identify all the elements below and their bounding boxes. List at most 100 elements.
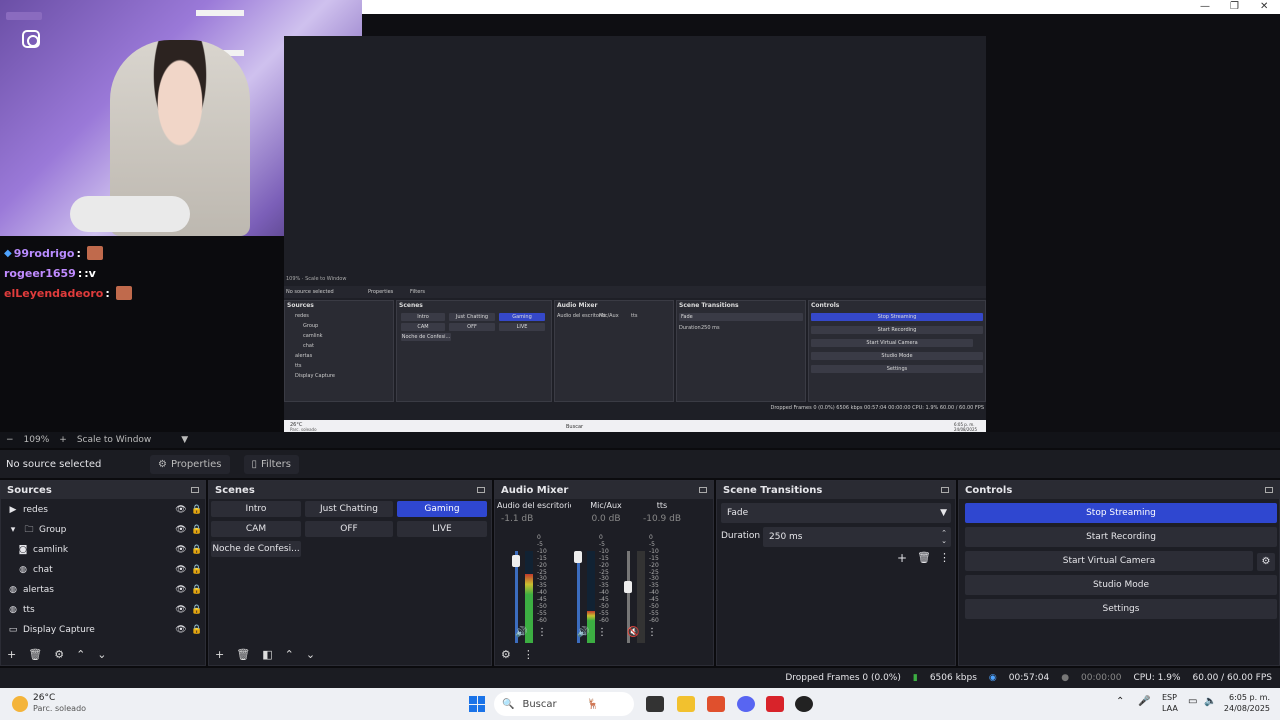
- gear-icon[interactable]: ⚙: [1257, 553, 1275, 571]
- microphone-decor: [70, 196, 190, 232]
- scene-intro[interactable]: Intro: [211, 501, 301, 517]
- restore-icon[interactable]: ❐: [1230, 1, 1239, 12]
- search-icon: 🔍: [502, 698, 515, 710]
- eye-icon[interactable]: 👁: [173, 565, 189, 575]
- muted-speaker-icon[interactable]: 🔇: [627, 627, 639, 638]
- add-source-button[interactable]: +: [7, 648, 16, 661]
- scene-filter-icon[interactable]: ◧: [262, 648, 272, 661]
- fader-knob[interactable]: [624, 581, 632, 593]
- source-item-chat[interactable]: ◍ chat 👁 🔒: [1, 560, 205, 580]
- volume-icon[interactable]: 🔈: [1204, 696, 1216, 707]
- language-code[interactable]: ESP: [1162, 693, 1177, 702]
- file-explorer-icon[interactable]: [677, 696, 695, 712]
- start-virtual-camera-button[interactable]: Start Virtual Camera: [965, 551, 1253, 571]
- source-toolbar: No source selected ⚙ Properties ▯ Filters: [0, 450, 1280, 478]
- deer-icon: 🦌: [586, 698, 600, 710]
- eye-icon[interactable]: 👁: [173, 505, 189, 515]
- speaker-icon[interactable]: 🔊: [577, 627, 589, 638]
- spin-icon[interactable]: ⌃ ⌄: [941, 529, 947, 545]
- more-icon[interactable]: ⋮: [939, 551, 950, 564]
- more-icon[interactable]: ⋮: [647, 627, 657, 638]
- lock-icon[interactable]: 🔒: [189, 565, 205, 575]
- eye-icon[interactable]: 👁: [173, 625, 189, 635]
- scene-cam[interactable]: CAM: [211, 521, 301, 537]
- minimize-icon[interactable]: —: [1200, 1, 1210, 12]
- source-item-camlink[interactable]: ◙ camlink 👁 🔒: [1, 540, 205, 560]
- language-layout[interactable]: LAA: [1162, 704, 1178, 713]
- obs-icon[interactable]: [795, 696, 813, 712]
- inner-status: Dropped Frames 0 (0.0%) 6506 kbps 00:57:…: [770, 405, 985, 411]
- lock-icon[interactable]: 🔒: [189, 625, 205, 635]
- undock-icon[interactable]: [191, 487, 199, 493]
- move-up-icon[interactable]: ⌃: [76, 648, 85, 661]
- clock-date[interactable]: 24/08/2025: [1222, 704, 1270, 713]
- start-recording-button[interactable]: Start Recording: [965, 527, 1277, 547]
- task-view-icon[interactable]: [646, 696, 664, 712]
- tray-chevron-icon[interactable]: ⌃: [1116, 696, 1124, 707]
- record-icon: ●: [1061, 673, 1070, 683]
- discord-icon[interactable]: [737, 696, 755, 712]
- move-up-icon[interactable]: ⌃: [285, 648, 294, 661]
- undock-icon[interactable]: [699, 487, 707, 493]
- filters-button[interactable]: ▯ Filters: [243, 454, 300, 474]
- studio-mode-button[interactable]: Studio Mode: [965, 575, 1277, 595]
- speaker-icon[interactable]: 🔊: [515, 627, 527, 638]
- clock-time[interactable]: 6:05 p. m.: [1222, 693, 1270, 702]
- trash-icon[interactable]: 🗑: [917, 551, 931, 564]
- mixer-settings-icon[interactable]: ⚙: [501, 648, 511, 661]
- trash-icon[interactable]: 🗑: [236, 648, 250, 661]
- source-item-tts[interactable]: ◍ tts 👁 🔒: [1, 600, 205, 620]
- network-icon[interactable]: ▭: [1188, 696, 1197, 707]
- scene-just-chatting[interactable]: Just Chatting: [305, 501, 393, 517]
- properties-button[interactable]: ⚙ Properties: [150, 454, 230, 474]
- gear-icon[interactable]: ⚙: [54, 648, 64, 661]
- fader-knob[interactable]: [574, 551, 582, 563]
- scene-live[interactable]: LIVE: [397, 521, 487, 537]
- lock-icon[interactable]: 🔒: [189, 605, 205, 615]
- source-item-alertas[interactable]: ◍ alertas 👁 🔒: [1, 580, 205, 600]
- transition-select[interactable]: Fade ▼: [721, 503, 951, 523]
- undock-icon[interactable]: [477, 487, 485, 493]
- stop-streaming-button[interactable]: Stop Streaming: [965, 503, 1277, 523]
- move-down-icon[interactable]: ⌄: [306, 648, 315, 661]
- eye-icon[interactable]: 👁: [173, 525, 189, 535]
- more-icon[interactable]: ⋮: [523, 648, 534, 661]
- undock-icon[interactable]: [941, 487, 949, 493]
- source-item-display-capture[interactable]: ▭ Display Capture 👁 🔒: [1, 620, 205, 640]
- windows-start-icon[interactable]: [469, 696, 485, 712]
- lock-icon[interactable]: 🔒: [189, 505, 205, 515]
- chevron-down-icon[interactable]: ▾: [5, 525, 21, 535]
- scene-noche[interactable]: Noche de Confesi...: [211, 541, 301, 557]
- scene-off[interactable]: OFF: [305, 521, 393, 537]
- eye-icon[interactable]: 👁: [173, 585, 189, 595]
- lock-icon[interactable]: 🔒: [189, 545, 205, 555]
- add-scene-button[interactable]: +: [215, 648, 224, 661]
- brave-icon[interactable]: [707, 696, 725, 712]
- close-icon[interactable]: ✕: [1260, 1, 1268, 12]
- weather-icon[interactable]: [12, 696, 28, 712]
- settings-button[interactable]: Settings: [965, 599, 1277, 619]
- zoom-in-button[interactable]: +: [59, 435, 67, 445]
- eye-icon[interactable]: 👁: [173, 605, 189, 615]
- more-icon[interactable]: ⋮: [537, 627, 547, 638]
- lock-icon[interactable]: 🔒: [189, 525, 205, 535]
- more-icon[interactable]: ⋮: [597, 627, 607, 638]
- add-transition-button[interactable]: +: [897, 551, 907, 565]
- fader-knob[interactable]: [512, 555, 520, 567]
- lock-icon[interactable]: 🔒: [189, 585, 205, 595]
- scale-dropdown-icon[interactable]: ▼: [181, 435, 188, 445]
- mic-icon[interactable]: 🎤: [1138, 696, 1150, 707]
- trash-icon[interactable]: 🗑: [28, 648, 42, 661]
- eye-icon[interactable]: 👁: [173, 545, 189, 555]
- scale-mode[interactable]: Scale to Window: [77, 435, 151, 445]
- app-icon[interactable]: [766, 696, 784, 712]
- taskbar-search[interactable]: 🔍 Buscar 🦌: [494, 692, 634, 716]
- move-down-icon[interactable]: ⌄: [97, 648, 106, 661]
- duration-input[interactable]: 250 ms ⌃ ⌄: [763, 527, 951, 547]
- undock-icon[interactable]: [1265, 487, 1273, 493]
- scene-gaming[interactable]: Gaming: [397, 501, 487, 517]
- zoom-out-button[interactable]: −: [6, 435, 14, 445]
- source-item-redes[interactable]: ▶ redes 👁 🔒: [1, 500, 205, 520]
- duration-label: Duration: [721, 531, 761, 541]
- source-item-group[interactable]: ▾ 🗀 Group 👁 🔒: [1, 520, 205, 540]
